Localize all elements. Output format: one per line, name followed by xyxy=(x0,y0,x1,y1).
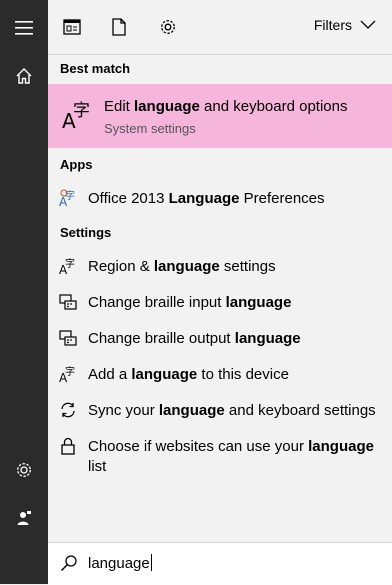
apps-icon[interactable] xyxy=(59,14,85,40)
document-icon[interactable] xyxy=(106,14,132,40)
list-item-label: Sync your language and keyboard settings xyxy=(88,401,384,421)
label-text: Office 2013 xyxy=(88,190,169,207)
label-text: Region & xyxy=(88,258,154,275)
text-caret xyxy=(150,554,152,571)
left-rail xyxy=(0,0,48,584)
svg-text:字: 字 xyxy=(73,101,90,121)
sync-icon xyxy=(58,400,78,420)
list-item[interactable]: A字 Add a language to this device xyxy=(48,356,392,392)
label-text: Change braille output xyxy=(88,330,235,347)
section-apps: Apps xyxy=(60,157,93,172)
search-box[interactable]: language xyxy=(48,542,392,585)
search-input-value: language xyxy=(88,555,150,572)
label-highlight: language xyxy=(131,366,198,383)
language-icon: A字 xyxy=(58,364,78,384)
best-match-item[interactable]: A 字 Edit language and keyboard options S… xyxy=(48,84,392,148)
list-item-label: Office 2013 Language Preferences xyxy=(88,189,384,209)
office-language-icon: A字 xyxy=(58,188,78,208)
search-panel: Filters Best match A 字 Edit language and… xyxy=(48,0,392,585)
label-highlight: language xyxy=(153,258,220,275)
toolbar: Filters xyxy=(48,0,392,55)
label-highlight: Language xyxy=(168,190,240,207)
list-item[interactable]: Change braille output language xyxy=(48,320,392,356)
label-text: Preferences xyxy=(239,190,325,207)
label-highlight: language xyxy=(158,402,225,419)
label-text: Choose if websites can use your xyxy=(88,438,309,455)
label-highlight: language xyxy=(234,330,301,347)
list-item-label: Add a language to this device xyxy=(88,365,384,385)
list-item-label: Choose if websites can use your language… xyxy=(88,437,384,477)
best-match-subtitle: System settings xyxy=(104,121,196,136)
title-text: Edit xyxy=(104,98,135,115)
list-item[interactable]: Change braille input language xyxy=(48,284,392,320)
home-icon[interactable] xyxy=(0,52,48,100)
list-item-label: Change braille output language xyxy=(88,329,384,349)
section-settings: Settings xyxy=(60,225,112,240)
label-text: Add a xyxy=(88,366,132,383)
label-text: and keyboard settings xyxy=(224,402,376,419)
gear-icon[interactable] xyxy=(0,446,48,494)
search-icon xyxy=(60,555,77,572)
language-icon: A字 xyxy=(58,256,78,276)
list-item[interactable]: A字 Office 2013 Language Preferences xyxy=(48,180,392,216)
chevron-down-icon xyxy=(360,20,376,29)
section-best-match: Best match xyxy=(60,61,131,76)
list-item[interactable]: Sync your language and keyboard settings xyxy=(48,392,392,428)
label-text: to this device xyxy=(197,366,289,383)
title-text: and keyboard options xyxy=(199,98,348,115)
label-highlight: language xyxy=(308,438,374,455)
label-highlight: language xyxy=(225,294,292,311)
list-item[interactable]: Choose if websites can use your language… xyxy=(48,428,392,480)
filters-label: Filters xyxy=(313,17,352,33)
svg-text:字: 字 xyxy=(65,365,75,378)
lock-icon xyxy=(58,436,78,456)
braille-icon xyxy=(58,328,78,348)
label-text: Sync your xyxy=(88,402,159,419)
language-icon: A 字 xyxy=(62,101,90,132)
label-text: settings xyxy=(219,258,276,275)
person-feedback-icon[interactable] xyxy=(0,494,48,542)
best-match-title: Edit language and keyboard options xyxy=(104,98,347,115)
label-text: list xyxy=(88,458,107,475)
search-input[interactable]: language xyxy=(88,554,152,572)
list-item-label: Region & language settings xyxy=(88,257,384,277)
svg-text:字: 字 xyxy=(65,257,75,270)
list-item-label: Change braille input language xyxy=(88,293,384,313)
label-text: Change braille input xyxy=(88,294,226,311)
title-highlight: language xyxy=(134,98,200,115)
filters-button[interactable]: Filters xyxy=(314,17,376,33)
list-item[interactable]: A字 Region & language settings xyxy=(48,248,392,284)
braille-icon xyxy=(58,292,78,312)
hamburger-icon[interactable] xyxy=(0,4,48,52)
gear-icon[interactable] xyxy=(155,14,181,40)
